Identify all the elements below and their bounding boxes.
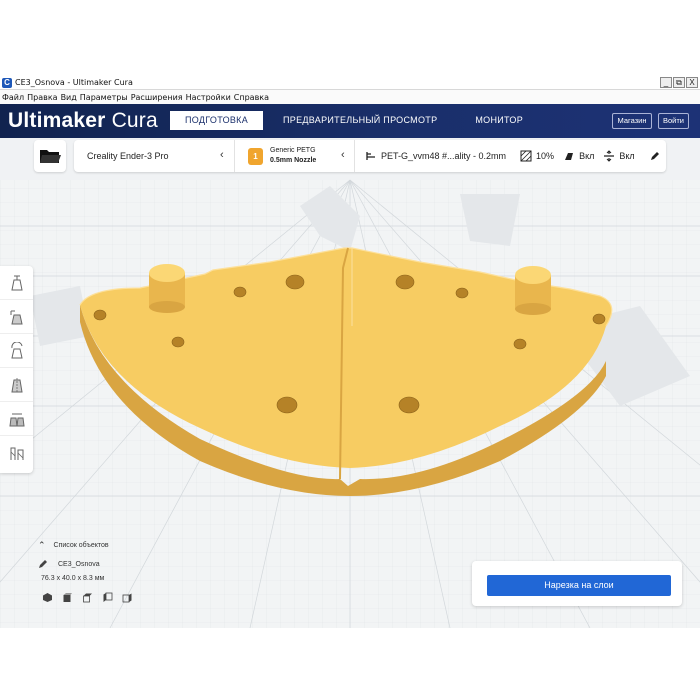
print-setup-toolbar: Creality Ender-3 Pro ‹ 1 Generic PETG 0.… bbox=[0, 138, 700, 180]
cura-app: C CE3_Osnova - Ultimaker Cura _ ⧉ X Файл… bbox=[0, 76, 700, 628]
object-name: CE3_Osnova bbox=[58, 560, 100, 568]
print-settings-selector[interactable]: PET-G_vvm48 #...ality - 0.2mm 10% Вкл Вк… bbox=[355, 140, 666, 172]
front-view-icon[interactable] bbox=[62, 592, 73, 603]
profile-icon bbox=[366, 152, 375, 160]
chevron-left-icon: ‹ bbox=[220, 149, 224, 161]
settings-strip: Creality Ender-3 Pro ‹ 1 Generic PETG 0.… bbox=[74, 140, 666, 172]
top-view-icon[interactable] bbox=[82, 592, 93, 603]
object-list-item[interactable]: CE3_Osnova bbox=[38, 559, 133, 569]
support-blocker-tool[interactable] bbox=[0, 436, 33, 470]
pencil-icon bbox=[39, 560, 47, 568]
pencil-icon[interactable] bbox=[650, 151, 660, 161]
support-value: Вкл bbox=[579, 151, 595, 161]
printer-name: Creality Ender-3 Pro bbox=[87, 151, 169, 161]
rotate-tool-icon bbox=[10, 341, 23, 358]
extruder-badge-icon: 1 bbox=[248, 147, 263, 165]
slice-button[interactable]: Нарезка на слои bbox=[487, 575, 671, 596]
printer-selector[interactable]: Creality Ender-3 Pro ‹ bbox=[74, 140, 235, 172]
adhesion-value: Вкл bbox=[619, 151, 635, 161]
right-view-icon[interactable] bbox=[122, 592, 133, 603]
mirror-tool-icon bbox=[10, 377, 23, 393]
object-dimensions: 76.3 x 40.0 x 8.3 мм bbox=[41, 575, 105, 582]
nozzle-size: 0.5mm Nozzle bbox=[270, 157, 317, 164]
action-panel: Нарезка на слои bbox=[472, 561, 682, 606]
scale-tool[interactable] bbox=[0, 300, 33, 334]
material-name: Generic PETG bbox=[270, 147, 316, 154]
open-file-button[interactable] bbox=[34, 140, 66, 172]
object-list: ⌃ Список объектов CE3_Osnova 76.3 x 40.0… bbox=[38, 540, 133, 603]
move-tool[interactable] bbox=[0, 266, 33, 300]
support-icon bbox=[565, 153, 574, 160]
infill-value: 10% bbox=[536, 151, 555, 161]
infill-icon bbox=[520, 150, 532, 162]
left-view-icon[interactable] bbox=[102, 592, 113, 603]
support-blocker-icon bbox=[10, 447, 23, 460]
move-tool-icon bbox=[10, 275, 23, 290]
profile-name: PET-G_vvm48 #...ality - 0.2mm bbox=[381, 151, 507, 161]
chevron-up-icon: ⌃ bbox=[38, 540, 46, 550]
object-list-header[interactable]: ⌃ Список объектов bbox=[38, 540, 133, 551]
folder-icon bbox=[40, 150, 61, 163]
mirror-tool[interactable] bbox=[0, 368, 33, 402]
chevron-left-icon: ‹ bbox=[341, 149, 345, 161]
object-list-title: Список объектов bbox=[53, 542, 109, 549]
adhesion-icon bbox=[604, 150, 615, 162]
material-selector[interactable]: 1 Generic PETG 0.5mm Nozzle ‹ bbox=[235, 140, 355, 172]
tool-palette bbox=[0, 266, 33, 473]
rotate-tool[interactable] bbox=[0, 334, 33, 368]
scale-tool-icon bbox=[10, 310, 23, 324]
per-model-settings-icon bbox=[8, 413, 25, 426]
3d-view-icon[interactable] bbox=[42, 592, 53, 603]
per-model-settings-tool[interactable] bbox=[0, 402, 33, 436]
view-orientation-buttons bbox=[42, 592, 133, 603]
